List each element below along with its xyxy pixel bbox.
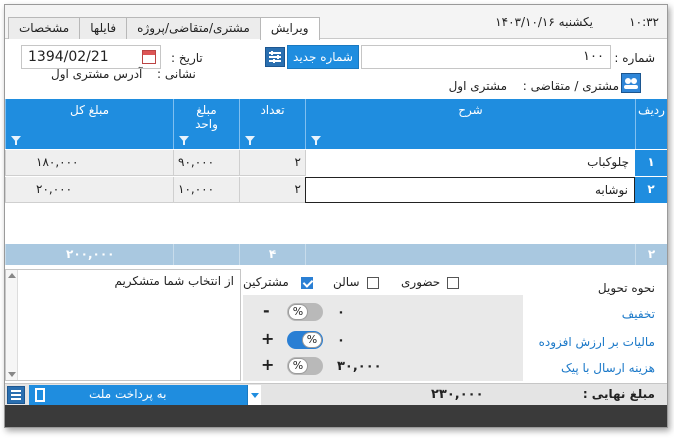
discount-link[interactable]: تخفیف	[622, 307, 655, 321]
subscribers-checkbox[interactable]	[301, 277, 313, 289]
customer-icon[interactable]	[621, 73, 641, 93]
unit-price-cell[interactable]: ۱۰,۰۰۰	[173, 177, 239, 203]
vat-link[interactable]: مالیات بر ارزش افزوده	[539, 335, 655, 349]
unit-price-cell[interactable]: ۹۰,۰۰۰	[173, 150, 239, 176]
settings-list-icon[interactable]	[265, 47, 285, 67]
filter-icon[interactable]	[245, 136, 255, 145]
tab-customer-project[interactable]: مشتری/متقاضی/پروژه	[126, 17, 261, 39]
calendar-icon[interactable]	[142, 50, 156, 64]
notes-scrollbar[interactable]	[6, 270, 18, 380]
totals-bar: ۲ ۴ ۲۰۰,۰۰۰	[5, 244, 667, 265]
hall-checkbox[interactable]	[367, 277, 379, 289]
address-value: آدرس مشتری اول	[51, 67, 143, 81]
col-desc-header[interactable]: شرح	[305, 99, 635, 149]
total-cell[interactable]: ۱۸۰,۰۰۰	[5, 150, 173, 176]
totals-unit-spacer	[173, 244, 239, 265]
row-number: ۲	[635, 177, 667, 203]
filter-icon[interactable]	[179, 136, 189, 145]
adjustments-panel	[243, 295, 523, 381]
delivery-cost-plus-button[interactable]: +	[261, 355, 274, 374]
date-label: تاریخ :	[171, 51, 203, 65]
col-qty-header[interactable]: تعداد	[239, 99, 305, 149]
totals-amount: ۲۰۰,۰۰۰	[5, 244, 173, 265]
qty-cell[interactable]: ۲	[239, 177, 305, 203]
bottom-strip	[5, 405, 667, 427]
in-person-label: حضوری	[401, 275, 441, 289]
scroll-down-icon[interactable]	[8, 372, 16, 377]
subscribers-label: مشترکین	[243, 275, 289, 289]
qty-cell[interactable]: ۲	[239, 150, 305, 176]
tab-strip: ویرایش مشتری/متقاضی/پروژه فایلها مشخصات	[8, 17, 320, 40]
new-number-button[interactable]: شماره جدید	[287, 45, 359, 69]
discount-percent-toggle[interactable]: %	[287, 303, 323, 321]
table-row[interactable]: ۲ نوشابه ۲ ۱۰,۰۰۰ ۲۰,۰۰۰	[5, 177, 667, 203]
tab-edit[interactable]: ویرایش	[259, 17, 320, 40]
discount-minus-button[interactable]: -	[263, 301, 270, 320]
vat-plus-button[interactable]: +	[261, 329, 274, 348]
tab-files[interactable]: فایلها	[79, 17, 128, 39]
desc-cell[interactable]: نوشابه	[305, 177, 635, 203]
date-display: یکشنبه ۱۴۰۳/۱۰/۱۶	[495, 15, 593, 29]
delivery-cost-percent-toggle[interactable]: %	[287, 357, 323, 375]
table-row[interactable]: ۱ چلوکباب ۲ ۹۰,۰۰۰ ۱۸۰,۰۰۰	[5, 150, 667, 176]
desc-cell[interactable]: چلوکباب	[305, 150, 635, 176]
totals-count: ۲	[635, 244, 667, 265]
final-amount-label: مبلغ نهایی :	[582, 387, 655, 401]
payment-method-value: به پرداخت ملت	[89, 387, 167, 401]
payment-method-select[interactable]: به پرداخت ملت	[29, 385, 261, 405]
notes-text: از انتخاب شما متشکریم	[114, 274, 234, 288]
col-total-header[interactable]: مبلغ کل	[5, 99, 173, 149]
address-label: نشانی :	[157, 67, 196, 81]
footer-bar: مبلغ نهایی : ۲۳۰,۰۰۰ به پرداخت ملت	[5, 383, 667, 405]
chevron-down-icon[interactable]	[247, 385, 261, 405]
top-bar: ۱۰:۳۲ یکشنبه ۱۴۰۳/۱۰/۱۶ ویرایش مشتری/متق…	[5, 5, 667, 40]
filter-icon[interactable]	[11, 136, 21, 145]
scroll-up-icon[interactable]	[8, 273, 16, 278]
card-reader-icon	[35, 388, 45, 402]
delivery-cost-value: ۳۰,۰۰۰	[337, 359, 382, 374]
totals-qty: ۴	[239, 244, 305, 265]
vat-percent-toggle[interactable]: %	[287, 331, 323, 349]
row-number: ۱	[635, 150, 667, 176]
delivery-label: نحوه تحویل	[597, 281, 655, 295]
app-window: ۱۰:۳۲ یکشنبه ۱۴۰۳/۱۰/۱۶ ویرایش مشتری/متق…	[4, 4, 668, 428]
totals-desc-spacer	[305, 244, 635, 265]
calculator-icon[interactable]	[7, 386, 25, 404]
discount-value: ۰	[337, 305, 345, 320]
number-label: شماره :	[614, 51, 655, 65]
customer-label: مشتری / متقاضی :	[522, 79, 619, 93]
table-header: ردیف شرح تعداد مبلغ واحد مبلغ کل	[5, 99, 667, 149]
date-value: 1394/02/21	[28, 49, 109, 65]
filter-icon[interactable]	[311, 136, 321, 145]
in-person-checkbox[interactable]	[447, 277, 459, 289]
notes-panel[interactable]: از انتخاب شما متشکریم	[5, 269, 241, 381]
customer-value: مشتری اول	[448, 79, 507, 93]
delivery-cost-link[interactable]: هزینه ارسال با پیک	[561, 361, 655, 375]
date-field[interactable]: 1394/02/21	[21, 45, 161, 69]
final-amount-value: ۲۳۰,۰۰۰	[431, 387, 484, 402]
col-row-header[interactable]: ردیف	[635, 99, 667, 149]
vat-value: ۰	[337, 333, 345, 348]
tab-specs[interactable]: مشخصات	[8, 17, 81, 39]
number-value: ۱۰۰	[583, 49, 604, 64]
number-field[interactable]: ۱۰۰	[361, 45, 611, 69]
clock: ۱۰:۳۲	[629, 15, 659, 29]
total-cell[interactable]: ۲۰,۰۰۰	[5, 177, 173, 203]
col-unit-price-header[interactable]: مبلغ واحد	[173, 99, 239, 149]
hall-label: سالن	[333, 275, 360, 289]
